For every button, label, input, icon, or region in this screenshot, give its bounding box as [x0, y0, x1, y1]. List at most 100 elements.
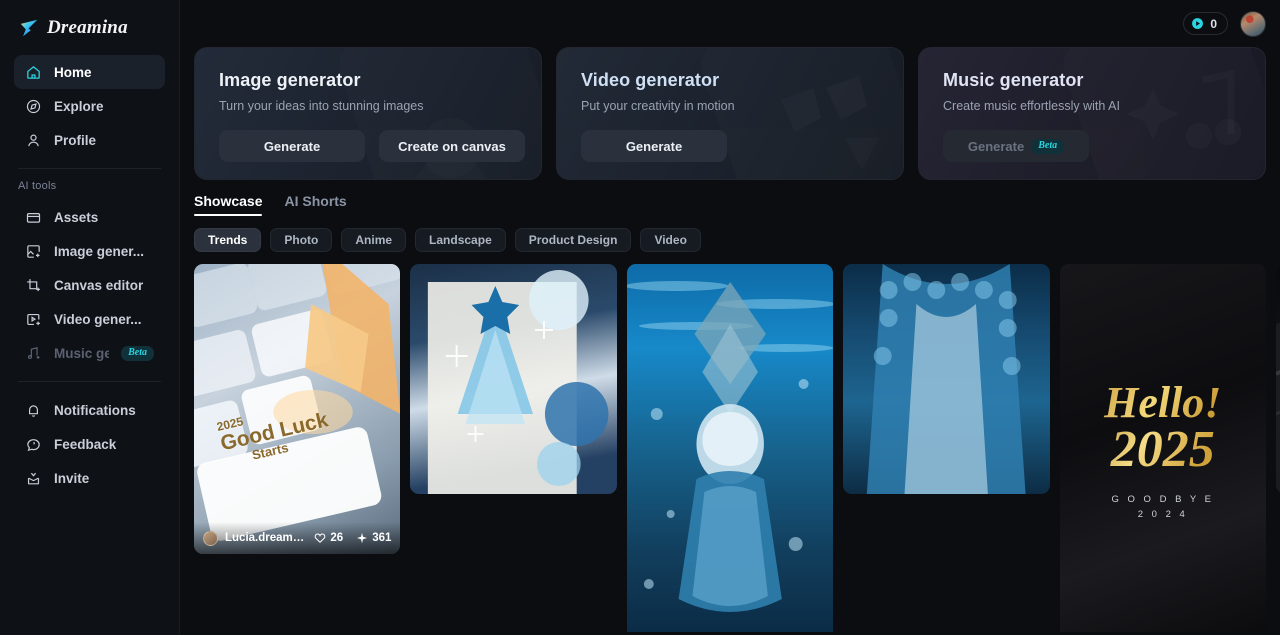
sidebar-item-label: Explore — [54, 98, 104, 114]
sidebar-item-label: Assets — [54, 209, 99, 225]
sidebar-item-video-generator[interactable]: Video gener... — [14, 302, 165, 336]
sidebar-item-label: Profile — [54, 132, 97, 148]
overlay-goodbye: G O O D B Y E 2 0 2 4 — [1060, 494, 1266, 520]
chip-label: Anime — [355, 233, 393, 247]
hero-card-actions: Generate Create on canvas — [219, 130, 525, 162]
music-generate-icon — [27, 346, 40, 359]
hero-card-subtitle: Turn your ideas into stunning images — [219, 99, 424, 113]
card-author-avatar — [203, 530, 218, 546]
home-icon — [27, 65, 40, 79]
hero-card-music-generator[interactable]: Music generator Create music effortlessl… — [918, 47, 1266, 180]
sidebar-item-home[interactable]: Home — [14, 55, 165, 89]
chip-label: Landscape — [429, 233, 492, 247]
image-generate-button[interactable]: Generate — [219, 130, 365, 162]
spark-stat[interactable]: 361 — [356, 532, 391, 544]
credits-badge[interactable]: 0 — [1183, 12, 1228, 35]
sidebar-item-invite[interactable]: Invite — [14, 461, 165, 495]
image-generate-icon — [27, 244, 40, 258]
sidebar-item-notifications[interactable]: Notifications — [14, 393, 165, 427]
sidebar-divider-top — [18, 168, 161, 169]
hero-card-subtitle: Create music effortlessly with AI — [943, 99, 1120, 113]
filter-chips: Trends Photo Anime Landscape Product Des… — [180, 216, 1280, 252]
invite-icon — [27, 472, 40, 484]
sidebar-item-music-generator[interactable]: Music gener... Beta — [14, 336, 165, 370]
sidebar-item-canvas-editor[interactable]: Canvas editor — [14, 268, 165, 302]
spark-count: 361 — [372, 532, 392, 544]
sidebar-item-label: Video gener... — [54, 311, 142, 327]
brand-name: Dreamina — [47, 16, 128, 38]
card-image: 2025 Good Luck Starts — [194, 264, 401, 554]
card-stats: 26 361 — [314, 532, 391, 544]
card-info-bar: Lucia.dreamina 26 361 — [194, 522, 401, 554]
sidebar-item-feedback[interactable]: Feedback — [14, 427, 165, 461]
hero-card-title: Video generator — [581, 70, 720, 90]
hero-card-actions: Generate — [581, 130, 879, 162]
sidebar-item-label: Music gener... — [54, 345, 110, 361]
like-stat[interactable]: 26 — [314, 532, 343, 544]
sidebar-item-label: Invite — [54, 470, 90, 486]
tab-label: AI Shorts — [284, 193, 347, 209]
card-image — [410, 264, 617, 494]
card-image — [843, 264, 1050, 494]
canvas-crop-icon — [27, 278, 40, 291]
chip-photo[interactable]: Photo — [270, 228, 333, 252]
sidebar-item-image-generator[interactable]: Image gener... — [14, 234, 165, 268]
sidebar-divider-bottom — [18, 381, 161, 382]
hero-card-subtitle: Put your creativity in motion — [581, 99, 735, 113]
chip-anime[interactable]: Anime — [341, 228, 407, 252]
sidebar-section-label: AI tools — [18, 180, 57, 192]
silk-fold-decoration — [1275, 264, 1280, 494]
chip-product-design[interactable]: Product Design — [514, 228, 632, 252]
hero-card-title: Image generator — [219, 70, 361, 90]
card-author-name: Lucia.dreamina — [225, 532, 308, 544]
video-generate-button[interactable]: Generate — [581, 130, 727, 162]
dreamina-bird-logo-icon — [20, 19, 38, 36]
tab-ai-shorts[interactable]: AI Shorts — [284, 193, 346, 216]
card-image: Hello! 2025 G O O D B Y E 2 0 2 4 — [1059, 264, 1266, 632]
music-generate-button[interactable]: Generate Beta — [943, 130, 1089, 162]
sidebar-item-explore[interactable]: Explore — [14, 89, 165, 123]
avatar[interactable] — [1240, 10, 1266, 37]
beta-badge: Beta — [1031, 138, 1065, 154]
hero-card-actions: Generate Beta — [943, 130, 1241, 162]
chat-icon — [27, 438, 40, 451]
gallery-card-hello-2025[interactable]: Hello! 2025 G O O D B Y E 2 0 2 4 — [1059, 264, 1266, 632]
sidebar-item-assets[interactable]: Assets — [14, 200, 165, 234]
tab-label: Showcase — [194, 193, 263, 209]
card-image — [1275, 264, 1280, 494]
credit-coin-icon — [1192, 18, 1204, 29]
compass-icon — [26, 99, 41, 113]
hero-cards: Image generator Turn your ideas into stu… — [180, 47, 1280, 180]
gallery-card-scaled-torso[interactable] — [843, 264, 1050, 494]
hero-card-title: Music generator — [943, 70, 1084, 90]
tab-showcase[interactable]: Showcase — [194, 193, 263, 216]
app-root: Dreamina Home Explore Profile AI tools A… — [0, 0, 1280, 635]
person-icon — [28, 134, 39, 146]
gallery-card-black-silk[interactable] — [1275, 264, 1280, 494]
sidebar-item-profile[interactable]: Profile — [14, 123, 165, 157]
gallery-card-underwater-warrior[interactable] — [626, 264, 834, 632]
chip-video[interactable]: Video — [640, 228, 701, 252]
button-label: Generate — [263, 138, 321, 154]
create-on-canvas-button[interactable]: Create on canvas — [379, 130, 525, 162]
hero-card-image-generator[interactable]: Image generator Turn your ideas into stu… — [194, 47, 542, 180]
sidebar-item-label: Notifications — [54, 402, 136, 418]
overlay-hello: Hello! — [1060, 380, 1266, 424]
topbar: 0 — [180, 0, 1280, 47]
chip-label: Product Design — [528, 233, 618, 247]
chip-trends[interactable]: Trends — [194, 228, 262, 252]
button-label: Create on canvas — [398, 138, 506, 154]
overlay-year: 2025 — [1060, 423, 1266, 476]
card-image — [626, 264, 834, 632]
button-label: Generate — [967, 138, 1025, 154]
hero-card-video-generator[interactable]: Video generator Put your creativity in m… — [556, 47, 904, 180]
sidebar-item-label: Feedback — [54, 436, 117, 452]
brand[interactable]: Dreamina — [14, 0, 165, 55]
gallery-card-keycap-2025[interactable]: 2025 Good Luck Starts Lucia.dreamina 26 — [194, 264, 401, 554]
like-count: 26 — [330, 532, 344, 544]
folder-icon — [26, 212, 41, 223]
chip-landscape[interactable]: Landscape — [415, 228, 506, 252]
gallery-card-christmas-tree[interactable] — [410, 264, 617, 494]
card-overlay-text: 2025 Good Luck Starts — [215, 386, 379, 468]
button-label: Generate — [625, 138, 683, 154]
